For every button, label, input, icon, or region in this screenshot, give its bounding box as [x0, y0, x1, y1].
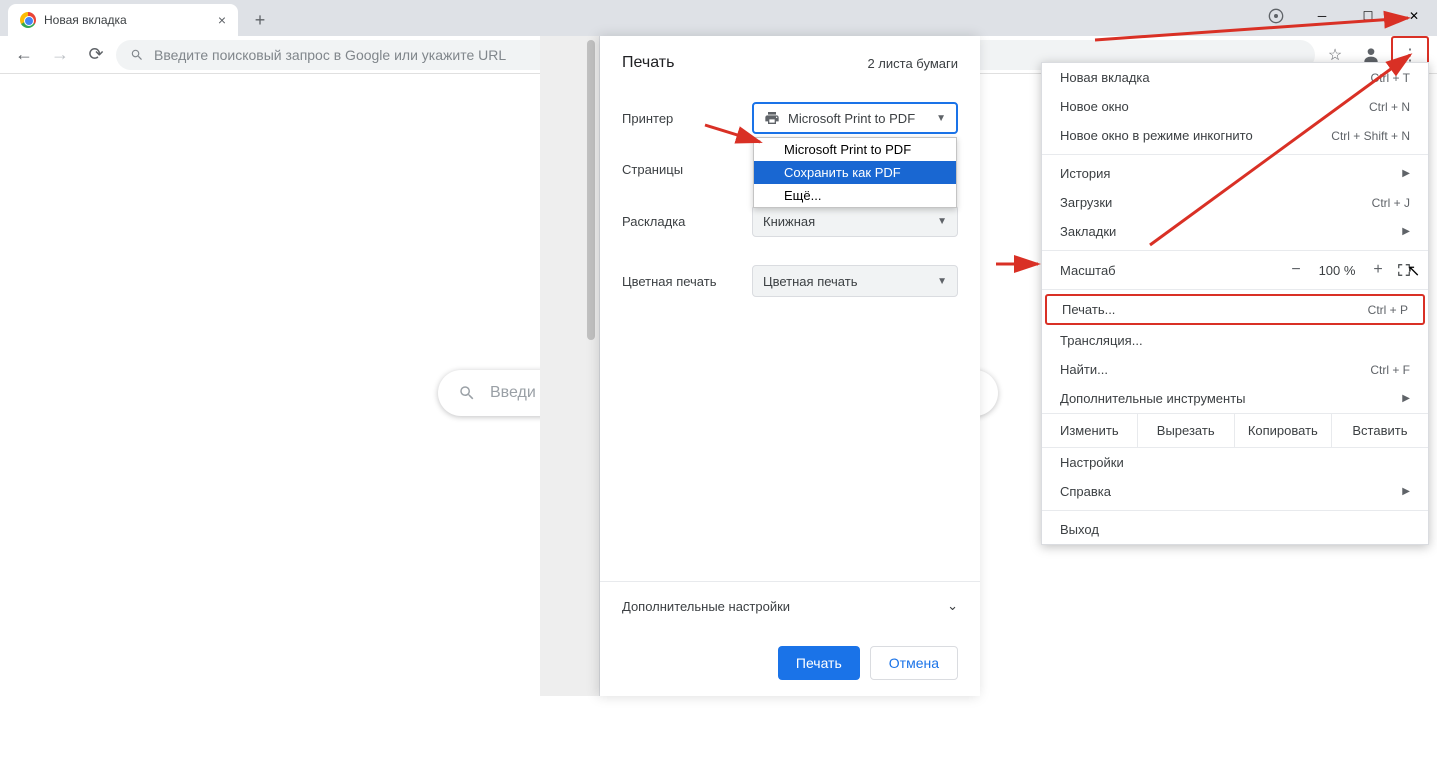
menu-print[interactable]: Печать...Ctrl + P: [1047, 296, 1423, 323]
chrome-icon: [20, 12, 36, 28]
caret-down-icon: ▼: [936, 113, 946, 124]
menu-incognito[interactable]: Новое окно в режиме инкогнитоCtrl + Shif…: [1042, 121, 1428, 150]
chevron-down-icon: ⌄: [947, 598, 958, 614]
menu-edit-row: Изменить Вырезать Копировать Вставить: [1042, 413, 1428, 448]
more-settings-label: Дополнительные настройки: [622, 599, 790, 614]
pages-label: Страницы: [622, 162, 752, 177]
incognito-indicator-icon: [1253, 0, 1299, 32]
cursor-icon: ↖: [1407, 261, 1420, 281]
menu-cast[interactable]: Трансляция...: [1042, 326, 1428, 355]
zoom-in-button[interactable]: +: [1364, 261, 1392, 279]
tab-title: Новая вкладка: [44, 13, 210, 27]
chevron-right-icon: ▶: [1402, 393, 1410, 404]
menu-exit[interactable]: Выход: [1042, 515, 1428, 544]
printer-option-mspdf[interactable]: Microsoft Print to PDF: [754, 138, 956, 161]
reload-button[interactable]: ⟳: [80, 39, 112, 71]
print-dialog: Печать 2 листа бумаги Принтер Microsoft …: [600, 36, 980, 696]
print-sheet-count: 2 листа бумаги: [867, 56, 958, 71]
window-close-button[interactable]: ✕: [1391, 0, 1437, 32]
chevron-right-icon: ▶: [1402, 226, 1410, 237]
printer-option-savepdf[interactable]: Сохранить как PDF: [754, 161, 956, 184]
printer-icon: [764, 110, 780, 126]
more-settings-toggle[interactable]: Дополнительные настройки ⌄: [600, 581, 980, 630]
window-maximize-button[interactable]: ☐: [1345, 0, 1391, 32]
menu-downloads[interactable]: ЗагрузкиCtrl + J: [1042, 188, 1428, 217]
cancel-button[interactable]: Отмена: [870, 646, 958, 680]
menu-find[interactable]: Найти...Ctrl + F: [1042, 355, 1428, 384]
print-button[interactable]: Печать: [778, 646, 860, 680]
close-tab-icon[interactable]: ×: [218, 12, 226, 28]
printer-dropdown: Microsoft Print to PDF Сохранить как PDF…: [753, 137, 957, 208]
printer-option-more[interactable]: Ещё...: [754, 184, 956, 207]
chevron-right-icon: ▶: [1402, 168, 1410, 179]
titlebar: Новая вкладка × + ─ ☐ ✕: [0, 0, 1437, 36]
back-button[interactable]: ←: [8, 39, 40, 71]
zoom-value: 100 %: [1310, 263, 1364, 278]
zoom-out-button[interactable]: −: [1282, 261, 1310, 279]
caret-down-icon: ▼: [937, 216, 947, 227]
layout-label: Раскладка: [622, 214, 752, 229]
menu-settings[interactable]: Настройки: [1042, 448, 1428, 477]
printer-select-value: Microsoft Print to PDF: [788, 111, 915, 126]
zoom-label: Масштаб: [1060, 263, 1282, 278]
paste-button[interactable]: Вставить: [1331, 414, 1428, 447]
edit-label: Изменить: [1042, 414, 1137, 447]
menu-new-window[interactable]: Новое окноCtrl + N: [1042, 92, 1428, 121]
menu-help[interactable]: Справка▶: [1042, 477, 1428, 506]
menu-history[interactable]: История▶: [1042, 159, 1428, 188]
layout-select-value: Книжная: [763, 214, 815, 229]
omnibox-placeholder: Введите поисковый запрос в Google или ук…: [154, 47, 506, 63]
print-title: Печать: [622, 54, 674, 72]
cut-button[interactable]: Вырезать: [1137, 414, 1234, 447]
chevron-right-icon: ▶: [1402, 486, 1410, 497]
search-icon: [458, 384, 476, 402]
annotation-arrow: [994, 254, 1044, 274]
color-select[interactable]: Цветная печать ▼: [752, 265, 958, 297]
chrome-menu: Новая вкладкаCtrl + T Новое окноCtrl + N…: [1041, 62, 1429, 545]
new-tab-button[interactable]: +: [246, 6, 274, 34]
menu-print-highlight: Печать...Ctrl + P: [1045, 294, 1425, 325]
printer-label: Принтер: [622, 111, 752, 126]
menu-bookmarks[interactable]: Закладки▶: [1042, 217, 1428, 246]
layout-select[interactable]: Книжная ▼: [752, 205, 958, 237]
color-label: Цветная печать: [622, 274, 752, 289]
window-minimize-button[interactable]: ─: [1299, 0, 1345, 32]
search-icon: [130, 48, 144, 62]
menu-zoom-row: Масштаб − 100 % +: [1042, 255, 1428, 285]
browser-tab[interactable]: Новая вкладка ×: [8, 4, 238, 36]
printer-select[interactable]: Microsoft Print to PDF ▼ Microsoft Print…: [752, 102, 958, 134]
copy-button[interactable]: Копировать: [1234, 414, 1331, 447]
caret-down-icon: ▼: [937, 276, 947, 287]
search-placeholder: Введи: [490, 384, 536, 402]
forward-button[interactable]: →: [44, 39, 76, 71]
menu-new-tab[interactable]: Новая вкладкаCtrl + T: [1042, 63, 1428, 92]
menu-more-tools[interactable]: Дополнительные инструменты▶: [1042, 384, 1428, 413]
print-preview-pane: [540, 36, 600, 696]
color-select-value: Цветная печать: [763, 274, 857, 289]
